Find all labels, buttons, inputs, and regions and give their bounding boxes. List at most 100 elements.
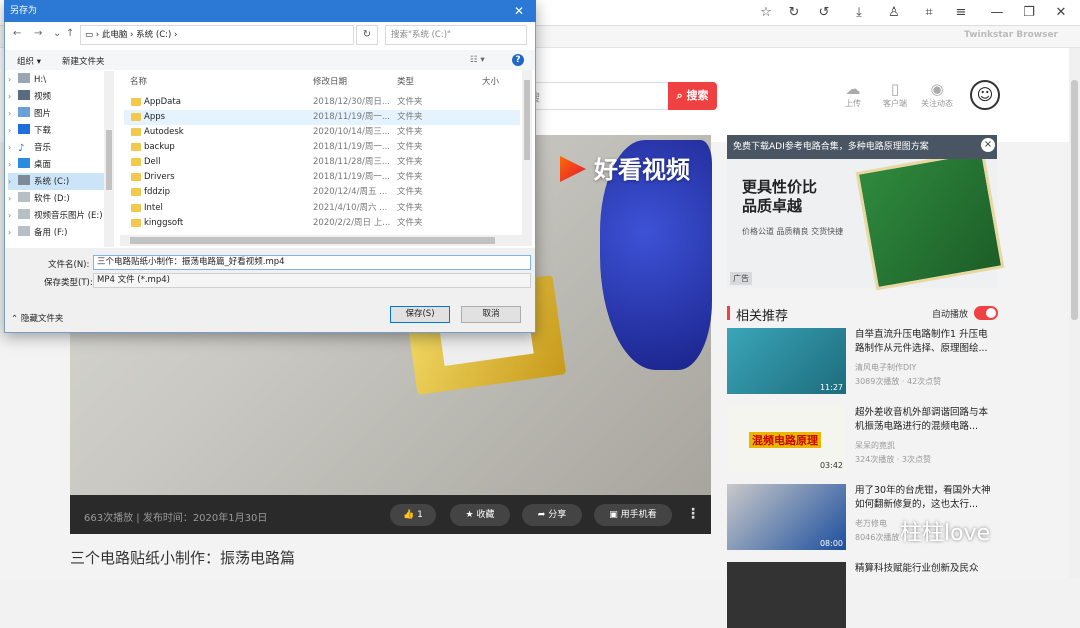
avatar[interactable]: ☺ <box>970 80 1000 110</box>
tree-item-h[interactable]: › H:\ <box>8 72 46 88</box>
thumbnail-overlay-text: 混频电路原理 <box>749 432 821 448</box>
page-scrollbar-thumb[interactable] <box>1071 80 1078 320</box>
chevron-right-icon[interactable]: › <box>8 140 18 156</box>
chevron-right-icon[interactable]: › <box>8 191 18 207</box>
refresh-icon[interactable]: ↻ <box>785 4 803 22</box>
related-item-title[interactable]: 自举直流升压电路制作1 升压电路制作从元件选择、原理图绘... <box>855 328 995 356</box>
close-icon[interactable]: ✕ <box>514 4 524 18</box>
menu-icon[interactable]: ≡ <box>952 4 970 22</box>
breadcrumb-pc[interactable]: 此电脑 <box>102 30 128 40</box>
save-button[interactable]: 保存(S) <box>390 306 450 323</box>
tree-scrollbar-thumb[interactable] <box>106 130 112 190</box>
related-item[interactable]: 混频电路原理 03:42 超外差收音机外部调谐回路与本机振荡电路进行的混频电路..… <box>727 406 997 472</box>
autoplay-toggle[interactable] <box>974 306 998 320</box>
follow-button[interactable]: ◉ 关注动态 <box>919 80 955 109</box>
up-arrow-icon[interactable]: ↑ <box>66 28 74 39</box>
dialog-search-input[interactable]: 搜索"系统 (C:)" <box>385 25 527 45</box>
chevron-right-icon[interactable]: › <box>8 106 18 122</box>
chevron-right-icon[interactable]: › <box>8 72 18 88</box>
folder-icon <box>131 219 141 227</box>
horizontal-scrollbar-thumb[interactable] <box>130 237 495 244</box>
search-button-label: 搜索 <box>686 89 709 102</box>
share-button[interactable]: ➦ 分享 <box>522 504 582 526</box>
related-item-title[interactable]: 精算科技赋能行业创新及民众 <box>855 562 995 576</box>
view-options-icon[interactable]: ☷ ▾ <box>470 55 485 65</box>
related-item[interactable]: 11:27 自举直流升压电路制作1 升压电路制作从元件选择、原理图绘... 清风… <box>727 328 997 394</box>
file-row[interactable]: Intel 2021/4/10/周六 ... 文件夹 <box>124 201 520 216</box>
chevron-right-icon[interactable]: › <box>8 157 18 173</box>
organize-button[interactable]: 组织 ▾ <box>17 55 41 67</box>
download-icon[interactable]: ⤓ <box>850 4 868 22</box>
more-icon[interactable]: ⋮ <box>686 506 700 522</box>
file-row[interactable]: Autodesk 2020/10/14/周三... 文件夹 <box>124 125 520 140</box>
phone-view-button[interactable]: ▣ 用手机看 <box>594 504 672 526</box>
related-item[interactable]: 精算科技赋能行业创新及民众 <box>727 562 997 628</box>
file-date: 2018/11/19/周一... <box>313 142 390 152</box>
related-thumbnail[interactable]: 混频电路原理 03:42 <box>727 406 846 472</box>
related-item-title[interactable]: 超外差收音机外部调谐回路与本机振荡电路进行的混频电路... <box>855 406 995 434</box>
related-thumbnail[interactable]: 08:00 <box>727 484 846 550</box>
file-list-scrollbar-thumb[interactable] <box>524 80 530 160</box>
filetype-select[interactable]: MP4 文件 (*.mp4) <box>93 273 531 288</box>
tree-item-drive-d[interactable]: › 软件 (D:) <box>8 191 70 207</box>
tree-item-downloads[interactable]: › 下载 <box>8 123 51 139</box>
refresh-icon[interactable]: ↻ <box>356 25 378 45</box>
related-thumbnail[interactable]: 11:27 <box>727 328 846 394</box>
upload-button[interactable]: ☁ 上传 <box>835 80 871 109</box>
related-item-author[interactable]: 老万修电 <box>855 518 887 529</box>
file-row[interactable]: kinggsoft 2020/2/2/周日 上... 文件夹 <box>124 216 520 231</box>
tree-item-drive-c[interactable]: › 系统 (C:) <box>8 174 69 190</box>
chevron-right-icon[interactable]: › <box>8 123 18 139</box>
related-item-author[interactable]: 呆呆的竟凯 <box>855 440 895 451</box>
collect-button[interactable]: ★ 收藏 <box>450 504 510 526</box>
cancel-button[interactable]: 取消 <box>461 306 521 323</box>
new-folder-button[interactable]: 新建文件夹 <box>62 55 105 67</box>
close-window-icon[interactable]: ✕ <box>1052 4 1070 22</box>
chevron-right-icon[interactable]: › <box>8 89 18 105</box>
file-row[interactable]: AppData 2018/12/30/周日... 文件夹 <box>124 95 520 110</box>
tree-item-desktop[interactable]: › 桌面 <box>8 157 51 173</box>
minimize-icon[interactable]: — <box>988 4 1006 22</box>
client-button[interactable]: ▯ 客户端 <box>877 80 913 109</box>
breadcrumb-drive-c[interactable]: 系统 (C:) <box>136 30 171 40</box>
chevron-down-icon[interactable]: ⌄ <box>53 28 61 39</box>
restore-icon[interactable]: ❐ <box>1020 4 1038 22</box>
column-name[interactable]: 名称 <box>130 75 147 87</box>
file-row[interactable]: fddzip 2020/12/4/周五 ... 文件夹 <box>124 185 520 200</box>
like-button[interactable]: 👍 1 <box>390 504 436 526</box>
chevron-right-icon[interactable]: › <box>8 174 18 190</box>
tree-item-drive-f[interactable]: › 备用 (F:) <box>8 225 67 241</box>
crop-icon[interactable]: ⌗ <box>920 4 938 22</box>
user-icon[interactable]: ♙ <box>885 4 903 22</box>
chevron-right-icon[interactable]: › <box>8 225 18 241</box>
file-date: 2018/12/30/周日... <box>313 97 390 107</box>
file-row[interactable]: Dell 2018/11/28/周三... 文件夹 <box>124 155 520 170</box>
related-item-title[interactable]: 用了30年的台虎钳，看国外大神如何翻新修复的，这也太行... <box>855 484 995 512</box>
folder-icon <box>131 204 141 212</box>
address-bar[interactable]: ▭ › 此电脑 › 系统 (C:) › <box>80 25 354 45</box>
column-size[interactable]: 大小 <box>482 75 499 87</box>
close-icon[interactable]: × <box>981 138 995 152</box>
tree-item-videos[interactable]: › 视频 <box>8 89 51 105</box>
hide-folders-toggle[interactable]: ⌃ 隐藏文件夹 <box>11 312 63 324</box>
tree-item-music[interactable]: › ♪ 音乐 <box>8 140 51 156</box>
filename-field[interactable]: 三个电路贴纸小制作：振荡电路篇_好看视频.mp4 <box>93 255 531 270</box>
forward-arrow-icon[interactable]: → <box>34 28 42 39</box>
help-icon[interactable]: ? <box>512 54 524 66</box>
chevron-right-icon[interactable]: › <box>8 208 18 224</box>
search-input[interactable]: 搜 <box>520 82 670 110</box>
related-item-author[interactable]: 清风电子制作DIY <box>855 362 916 373</box>
tree-item-pictures[interactable]: › 图片 <box>8 106 51 122</box>
file-row[interactable]: Drivers 2018/11/19/周一... 文件夹 <box>124 170 520 185</box>
tree-item-drive-e[interactable]: › 视频音乐图片 (E:) <box>8 208 103 224</box>
column-type[interactable]: 类型 <box>397 75 414 87</box>
file-row[interactable]: Apps 2018/11/19/周一... 文件夹 <box>124 110 520 125</box>
star-icon[interactable]: ☆ <box>757 4 775 22</box>
video-logo: 好看视频 <box>560 150 690 185</box>
search-button[interactable]: ⌕ 搜索 <box>668 82 717 110</box>
undo-icon[interactable]: ↺ <box>815 4 833 22</box>
related-thumbnail[interactable] <box>727 562 846 628</box>
back-arrow-icon[interactable]: ← <box>13 28 21 39</box>
file-row[interactable]: backup 2018/11/19/周一... 文件夹 <box>124 140 520 155</box>
column-date[interactable]: 修改日期 <box>313 75 347 87</box>
